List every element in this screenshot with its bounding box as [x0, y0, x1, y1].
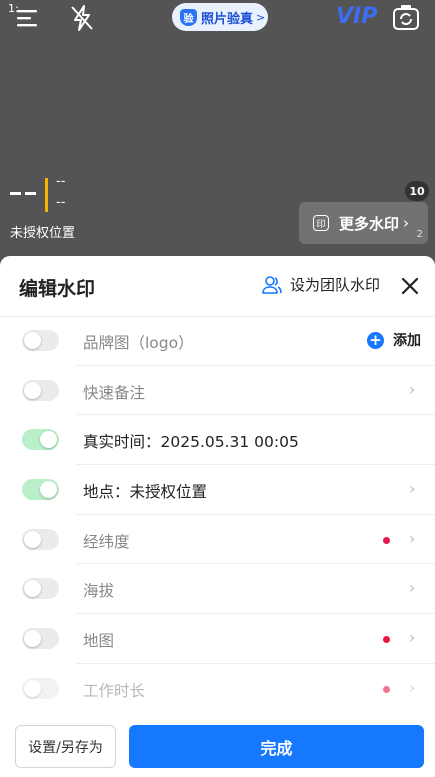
field-row-coordinates[interactable]: 经纬度 ›	[0, 515, 435, 565]
team-user-icon	[262, 275, 282, 294]
watermark-date: --	[56, 174, 66, 189]
field-label: 海拔	[83, 582, 115, 601]
watermark-time-placeholder	[10, 192, 36, 195]
more-watermarks-button[interactable]: 印 更多水印 › 2	[299, 202, 428, 244]
watermark-count-badge: 10	[405, 181, 429, 201]
menu-icon[interactable]	[14, 6, 42, 30]
field-label: 真实时间：2025.05.31 00:05	[83, 433, 299, 452]
plus-icon: +	[367, 331, 384, 349]
add-label: 添加	[393, 333, 421, 349]
close-icon[interactable]	[400, 276, 420, 296]
field-label: 地图	[83, 632, 115, 651]
camera-flip-icon[interactable]	[390, 2, 422, 34]
chevron-right-icon: ›	[409, 528, 416, 548]
field-label: 经纬度	[83, 532, 130, 551]
chevron-right-icon: ›	[403, 214, 410, 232]
chevron-right-icon: >	[256, 10, 266, 24]
chevron-right-icon: ›	[409, 628, 416, 648]
vip-button[interactable]: VIP	[336, 4, 377, 29]
save-as-button[interactable]: 设置/另存为	[15, 725, 116, 768]
panel-header: 编辑水印 设为团队水印	[0, 256, 435, 317]
field-row-map[interactable]: 地图 ›	[0, 614, 435, 664]
camera-preview[interactable]: 1:... 验 照片验真 > VIP -- -- 未授权位置 10 印 更多水印…	[0, 0, 435, 262]
toggle-knob	[24, 679, 41, 697]
toggle-switch[interactable]	[22, 330, 59, 351]
toggle-knob	[24, 530, 41, 548]
field-label: 工作时长	[83, 681, 146, 700]
toggle-switch[interactable]	[22, 479, 59, 501]
panel-title: 编辑水印	[19, 278, 96, 300]
panel-footer: 设置/另存为 完成	[0, 712, 435, 777]
watermark-field-list: 品牌图（logo） + 添加 快速备注 › 真实时间：2025.05.31 00…	[0, 316, 435, 714]
more-watermarks-sub: 2	[416, 229, 423, 240]
chevron-right-icon: ›	[409, 479, 416, 499]
toggle-switch[interactable]	[22, 528, 59, 550]
team-watermark-label: 设为团队水印	[290, 276, 381, 294]
toggle-knob	[24, 630, 41, 648]
field-row-real-time[interactable]: 真实时间：2025.05.31 00:05	[0, 415, 435, 465]
toggle-switch[interactable]	[22, 578, 59, 600]
add-logo-button[interactable]: + 添加	[367, 330, 421, 350]
done-button[interactable]: 完成	[129, 725, 424, 768]
field-label: 地点：未授权位置	[83, 483, 208, 502]
more-watermarks-label: 更多水印	[339, 214, 400, 233]
verify-shield-icon: 验	[180, 8, 197, 26]
field-row-logo[interactable]: 品牌图（logo） + 添加	[0, 316, 435, 366]
field-row-quick-note[interactable]: 快速备注 ›	[0, 366, 435, 416]
toggle-knob	[24, 332, 41, 349]
toggle-switch[interactable]	[22, 379, 59, 401]
toggle-switch[interactable]	[22, 429, 59, 451]
new-dot-indicator	[383, 685, 390, 693]
edit-watermark-panel: 编辑水印 设为团队水印 品牌图（logo） + 添加 快速备注 › 真实时间：2…	[0, 256, 435, 777]
verify-label: 照片验真	[201, 11, 254, 27]
field-row-location[interactable]: 地点：未授权位置 ›	[0, 465, 435, 515]
chevron-right-icon: ›	[409, 379, 416, 399]
field-label: 快速备注	[83, 383, 146, 402]
chevron-right-icon: ›	[409, 677, 416, 697]
top-bar: 1:... 验 照片验真 > VIP	[0, 0, 435, 36]
toggle-knob	[24, 580, 41, 598]
toggle-knob	[40, 431, 57, 449]
chevron-right-icon: ›	[409, 578, 416, 598]
watermark-location: 未授权位置	[10, 226, 76, 241]
field-label: 品牌图（logo）	[83, 334, 194, 352]
watermark-accent-bar	[45, 178, 48, 212]
new-dot-indicator	[383, 636, 390, 644]
toggle-knob	[40, 481, 57, 499]
flash-off-icon[interactable]	[68, 3, 96, 33]
field-row-altitude[interactable]: 海拔 ›	[0, 564, 435, 614]
stamp-icon: 印	[313, 215, 329, 231]
set-team-watermark-button[interactable]: 设为团队水印	[262, 274, 380, 295]
toggle-switch[interactable]	[22, 677, 59, 699]
new-dot-indicator	[383, 536, 390, 544]
toggle-knob	[24, 381, 41, 399]
photo-verify-button[interactable]: 验 照片验真 >	[172, 3, 268, 31]
field-row-work-hours[interactable]: 工作时长 ›	[0, 664, 435, 714]
toggle-switch[interactable]	[22, 628, 59, 650]
watermark-weekday: --	[56, 195, 66, 210]
